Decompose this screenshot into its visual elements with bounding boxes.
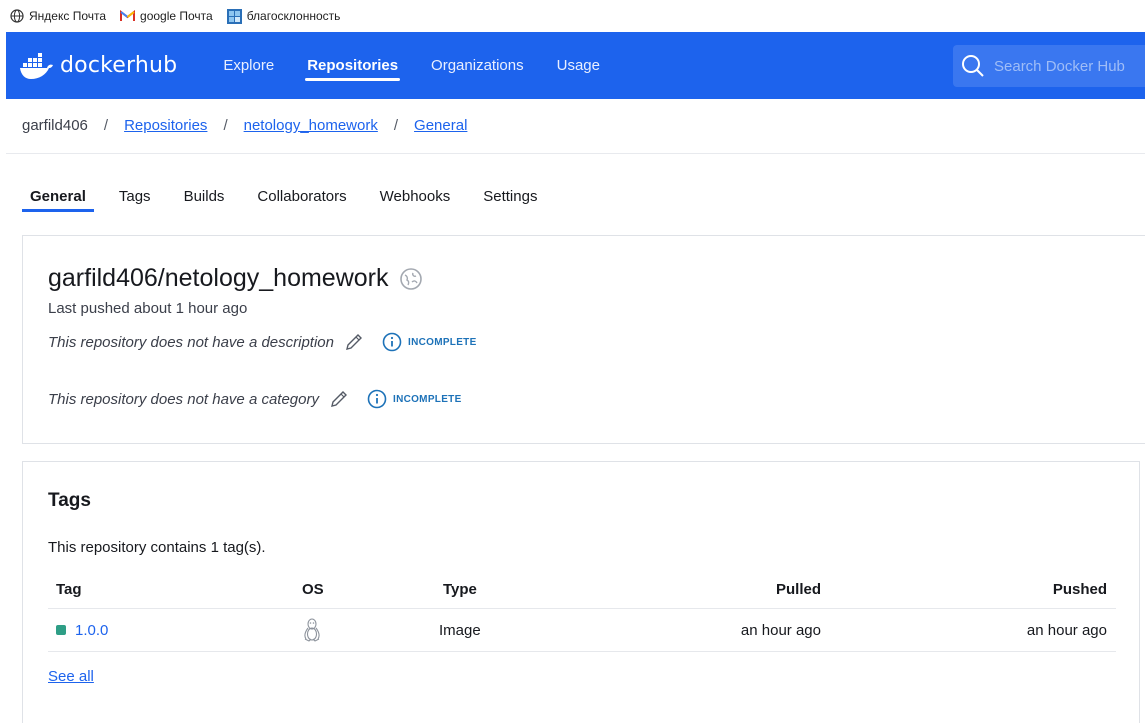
column-header-os: OS: [302, 580, 324, 598]
breadcrumb-separator: /: [103, 117, 109, 134]
type-cell: Image: [439, 621, 481, 639]
breadcrumb-separator: /: [223, 117, 228, 134]
linux-icon: [304, 618, 320, 642]
search-icon: [962, 55, 984, 77]
info-icon: [367, 389, 387, 409]
breadcrumb-user: garfild406: [22, 117, 88, 134]
nav-repositories[interactable]: Repositories: [305, 32, 400, 99]
breadcrumb-general-link[interactable]: General: [414, 117, 467, 134]
description-incomplete-badge[interactable]: INCOMPLETE: [382, 332, 477, 352]
search-box[interactable]: [953, 45, 1145, 87]
nav-organizations[interactable]: Organizations: [431, 32, 524, 99]
tag-name: 1.0.0: [75, 621, 109, 639]
incomplete-label: INCOMPLETE: [392, 393, 462, 405]
pulled-cell: an hour ago: [740, 621, 821, 639]
gmail-icon: [120, 10, 136, 21]
column-header-pulled: Pulled: [775, 580, 821, 598]
os-cell: [303, 609, 321, 651]
see-all-link[interactable]: See all: [48, 668, 94, 685]
pushed-cell: an hour ago: [1026, 621, 1107, 639]
top-header: dockerhub Explore Repositories Organizat…: [6, 32, 1145, 99]
category-row: This repository does not have a category…: [48, 389, 462, 409]
tab-collaborators[interactable]: Collaborators: [249, 181, 354, 211]
tab-settings[interactable]: Settings: [475, 181, 545, 211]
breadcrumb-separator: /: [393, 117, 399, 134]
column-header-tag: Tag: [56, 580, 82, 598]
nav-usage[interactable]: Usage: [557, 32, 600, 99]
repo-info-card: garfild406/netology_homework Last pushed…: [22, 235, 1145, 444]
breadcrumb-divider: [6, 153, 1145, 154]
breadcrumb-repositories-link[interactable]: Repositories: [124, 117, 207, 134]
bookmark-label: google Почта: [140, 9, 213, 23]
repo-name: garfild406/netology_homework: [48, 264, 389, 292]
tag-link[interactable]: 1.0.0: [48, 622, 108, 639]
bookmark-favor[interactable]: благосклонность: [226, 8, 341, 24]
breadcrumb: garfild406 / Repositories / netology_hom…: [22, 117, 467, 134]
nav-explore[interactable]: Explore: [223, 32, 274, 99]
tab-general[interactable]: General: [22, 181, 94, 212]
description-note: This repository does not have a descript…: [48, 333, 334, 351]
pencil-icon: [346, 334, 362, 350]
repo-tabs: General Tags Builds Collaborators Webhoo…: [22, 181, 562, 212]
tab-builds[interactable]: Builds: [176, 181, 233, 211]
tags-card: Tags This repository contains 1 tag(s). …: [22, 461, 1140, 723]
logo-text: dockerhub: [60, 53, 178, 78]
bookmark-label: Яндекс Почта: [29, 9, 107, 23]
column-header-pushed: Pushed: [1052, 580, 1107, 598]
tags-count-text: This repository contains 1 tag(s).: [48, 539, 266, 556]
repo-title: garfild406/netology_homework: [48, 264, 423, 293]
tag-status-icon: [56, 625, 66, 635]
bookmark-google-mail[interactable]: google Почта: [120, 9, 213, 23]
table-row: 1.0.0 Image an hour ago an hour ago: [48, 609, 1116, 652]
tab-tags[interactable]: Tags: [111, 181, 159, 211]
column-header-type: Type: [443, 580, 477, 598]
tags-table: Tag OS Type Pulled Pushed 1.0.0 Image an…: [48, 570, 1116, 652]
description-row: This repository does not have a descript…: [48, 332, 477, 352]
docker-hub-logo[interactable]: dockerhub: [20, 52, 178, 79]
info-icon: [382, 332, 402, 352]
globe-icon: [10, 9, 24, 23]
category-incomplete-badge[interactable]: INCOMPLETE: [367, 389, 462, 409]
public-visibility-icon: [399, 267, 422, 290]
category-note: This repository does not have a category: [48, 390, 319, 408]
grid-icon: [226, 8, 242, 24]
last-pushed-text: Last pushed about 1 hour ago: [48, 300, 248, 317]
breadcrumb-repo-link[interactable]: netology_homework: [244, 117, 378, 134]
tag-cell: 1.0.0: [48, 609, 108, 651]
tags-heading: Tags: [48, 490, 91, 511]
pencil-icon: [331, 391, 347, 407]
edit-description-button[interactable]: [344, 332, 364, 352]
bookmark-yandex-mail[interactable]: Яндекс Почта: [10, 9, 106, 23]
main-nav: Explore Repositories Organizations Usage: [223, 32, 633, 99]
search-input[interactable]: [994, 57, 1144, 75]
tab-webhooks[interactable]: Webhooks: [372, 181, 459, 211]
bookmarks-bar: Яндекс Почта google Почта благосклонност…: [0, 0, 1145, 32]
incomplete-label: INCOMPLETE: [408, 336, 477, 348]
bookmark-label: благосклонность: [246, 9, 341, 23]
table-header: Tag OS Type Pulled Pushed: [48, 570, 1116, 609]
edit-category-button[interactable]: [329, 389, 349, 409]
docker-whale-icon: [20, 52, 53, 79]
